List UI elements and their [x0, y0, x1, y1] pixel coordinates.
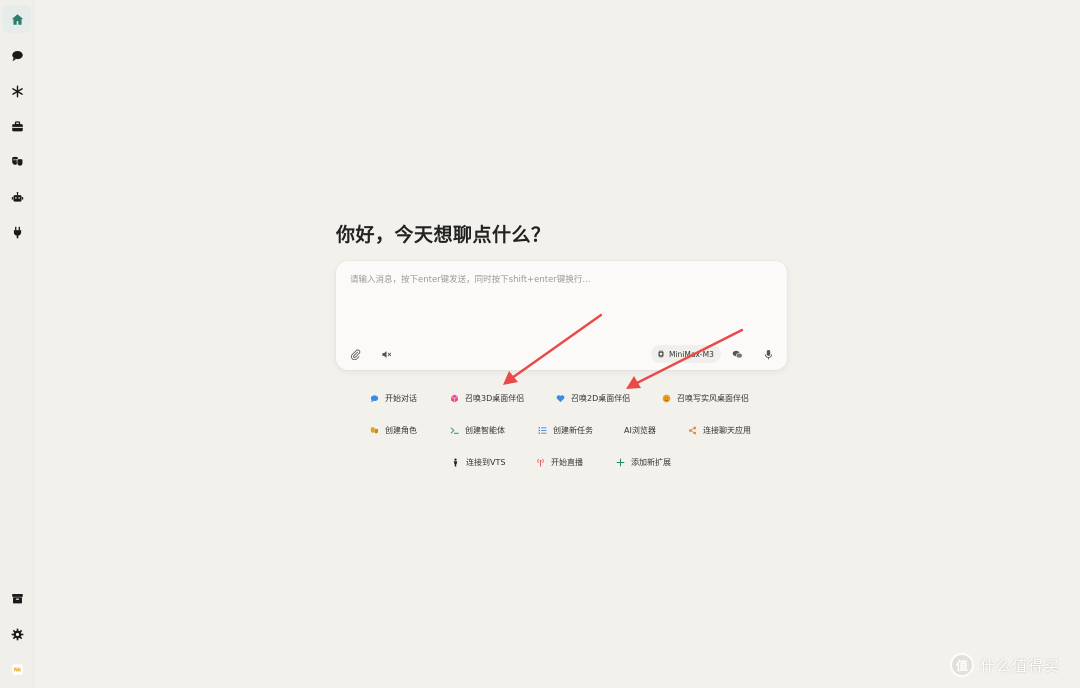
action-summon-3d[interactable]: 召唤3D桌面伴侣 — [450, 389, 524, 407]
action-create-task[interactable]: 创建新任务 — [538, 421, 593, 439]
archive-icon — [11, 593, 23, 603]
sidebar-item-toolbox[interactable] — [3, 112, 31, 140]
cube-icon — [450, 394, 459, 402]
action-label: 创建新任务 — [553, 425, 593, 435]
home-icon — [11, 13, 23, 25]
translate-button[interactable] — [728, 345, 746, 363]
terminal-icon — [450, 426, 459, 434]
model-selector[interactable]: MiniMax-M3 — [651, 345, 721, 363]
action-label: AI浏览器 — [624, 425, 656, 435]
action-label: 召唤写实风桌面伴侣 — [677, 393, 749, 403]
action-label: 召唤3D桌面伴侣 — [465, 393, 525, 403]
chat-bubble-icon — [370, 394, 379, 402]
action-label: 创建智能体 — [465, 425, 505, 435]
sidebar: Nk — [0, 0, 34, 688]
page-title: 你好，今天想聊点什么？ — [336, 224, 551, 246]
action-summon-2d[interactable]: 召唤2D桌面伴侣 — [556, 389, 630, 407]
message-input[interactable] — [350, 273, 770, 323]
action-summon-realistic[interactable]: 召唤写实风桌面伴侣 — [662, 389, 749, 407]
broadcast-icon — [537, 458, 544, 466]
sidebar-item-snowflake[interactable] — [3, 77, 31, 105]
svg-text:Nk: Nk — [13, 667, 21, 673]
action-connect-chat-app[interactable]: 连接聊天应用 — [688, 421, 751, 439]
list-icon — [538, 426, 547, 434]
action-label: 召唤2D桌面伴侣 — [571, 393, 631, 403]
app-logo-icon: Nk — [11, 663, 23, 675]
action-label: 开始对话 — [385, 393, 417, 403]
sidebar-item-robot[interactable] — [3, 183, 31, 211]
chip-icon — [658, 350, 664, 358]
action-ai-browser[interactable]: AI浏览器 — [624, 421, 656, 439]
face-icon — [662, 394, 671, 402]
sidebar-item-chat[interactable] — [3, 41, 31, 69]
action-label: 开始直播 — [551, 457, 583, 467]
toolbox-icon — [11, 120, 23, 131]
watermark-text: 什么值得买 — [980, 656, 1061, 675]
action-label: 创建角色 — [385, 425, 417, 435]
action-label: 连接聊天应用 — [703, 425, 751, 435]
theater-masks-icon — [370, 426, 379, 434]
snowflake-icon — [11, 84, 23, 98]
sidebar-item-plug[interactable] — [3, 218, 31, 246]
model-name: MiniMax-M3 — [669, 349, 714, 359]
voice-input-button[interactable] — [759, 345, 777, 363]
chat-bubbles-icon — [732, 350, 743, 358]
watermark-logo: 值 — [950, 653, 974, 677]
paperclip-icon — [350, 348, 360, 360]
attach-button[interactable] — [346, 345, 364, 363]
theater-masks-icon — [11, 156, 23, 166]
mute-button[interactable] — [377, 345, 395, 363]
plus-icon — [616, 458, 625, 466]
watermark: 值 什么值得买 — [950, 652, 1060, 678]
robot-icon — [11, 191, 23, 202]
sidebar-item-settings[interactable] — [3, 620, 31, 648]
sidebar-item-masks[interactable] — [3, 147, 31, 175]
microphone-icon — [764, 349, 772, 359]
gear-icon — [11, 628, 23, 640]
action-label: 添加新扩展 — [631, 457, 671, 467]
chat-bubble-icon — [11, 50, 23, 61]
sidebar-item-archive[interactable] — [3, 584, 31, 612]
action-connect-vts[interactable]: 连接到VTS — [451, 453, 505, 471]
heart-icon — [556, 394, 565, 402]
action-create-agent[interactable]: 创建智能体 — [450, 421, 505, 439]
action-add-extension[interactable]: 添加新扩展 — [616, 453, 671, 471]
action-create-character[interactable]: 创建角色 — [370, 421, 417, 439]
person-icon — [453, 457, 458, 466]
chat-composer: MiniMax-M3 — [336, 261, 787, 370]
sidebar-item-home[interactable] — [3, 5, 31, 33]
share-icon — [688, 426, 697, 434]
action-start-chat[interactable]: 开始对话 — [370, 389, 417, 407]
action-label: 连接到VTS — [466, 457, 506, 467]
speaker-mute-icon — [381, 350, 391, 358]
action-start-live[interactable]: 开始直播 — [536, 453, 583, 471]
sidebar-item-app-logo[interactable]: Nk — [3, 655, 31, 683]
plug-icon — [13, 226, 21, 238]
